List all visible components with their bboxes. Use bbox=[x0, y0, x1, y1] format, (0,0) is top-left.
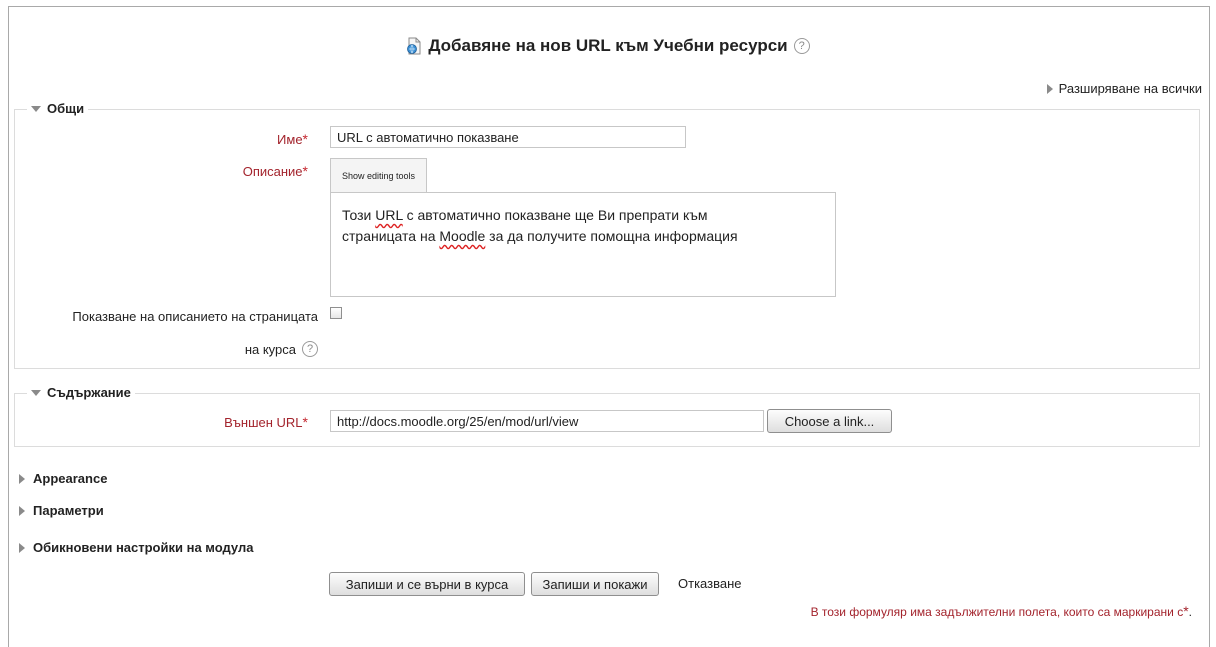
external-url-label: Външен URL* bbox=[224, 414, 308, 430]
choose-link-button[interactable]: Choose a link... bbox=[767, 409, 892, 433]
triangle-right-icon bbox=[19, 473, 25, 484]
document-icon bbox=[406, 37, 422, 55]
common-module-settings-label: Обикновени настройки на модула bbox=[33, 540, 254, 555]
parameters-label: Параметри bbox=[33, 503, 104, 518]
triangle-down-icon bbox=[31, 105, 41, 112]
show-description-label: Показване на описанието на страницата на… bbox=[72, 309, 318, 357]
external-url-input[interactable] bbox=[330, 410, 764, 432]
help-icon[interactable]: ? bbox=[302, 341, 318, 357]
content-legend[interactable]: Съдържание bbox=[27, 385, 135, 400]
name-label: Име* bbox=[277, 131, 308, 147]
cancel-link[interactable]: Отказване bbox=[678, 576, 741, 591]
appearance-section-toggle[interactable]: Appearance bbox=[19, 471, 107, 486]
name-input[interactable] bbox=[330, 126, 686, 148]
description-label: Описание* bbox=[242, 163, 308, 179]
triangle-right-icon bbox=[19, 542, 25, 553]
general-legend[interactable]: Общи bbox=[27, 101, 89, 116]
required-fields-note: В този формуляр има задължителни полета,… bbox=[810, 603, 1192, 619]
parameters-section-toggle[interactable]: Параметри bbox=[19, 503, 104, 518]
page-title: Добавяне на нов URL към Учебни ресурси ? bbox=[0, 36, 1216, 60]
save-and-return-button[interactable]: Запиши и се върни в курса bbox=[329, 572, 525, 596]
help-icon[interactable]: ? bbox=[793, 38, 810, 54]
triangle-right-icon bbox=[19, 505, 25, 516]
content-legend-label: Съдържание bbox=[47, 385, 131, 400]
general-legend-label: Общи bbox=[47, 101, 85, 116]
save-and-display-button[interactable]: Запиши и покажи bbox=[531, 572, 659, 596]
common-module-settings-toggle[interactable]: Обикновени настройки на модула bbox=[19, 540, 253, 555]
page-title-text: Добавяне на нов URL към Учебни ресурси bbox=[428, 36, 788, 55]
triangle-down-icon bbox=[31, 389, 41, 396]
expand-all-label: Разширяване на всички bbox=[1058, 81, 1202, 96]
triangle-right-icon bbox=[1046, 83, 1053, 94]
description-editor[interactable]: Този URL с автоматично показване ще Ви п… bbox=[330, 192, 836, 297]
show-editing-tools-tab[interactable]: Show editing tools bbox=[330, 158, 427, 192]
appearance-label: Appearance bbox=[33, 471, 108, 486]
expand-all-link[interactable]: Разширяване на всички bbox=[1046, 81, 1202, 96]
show-description-checkbox[interactable] bbox=[330, 307, 342, 319]
